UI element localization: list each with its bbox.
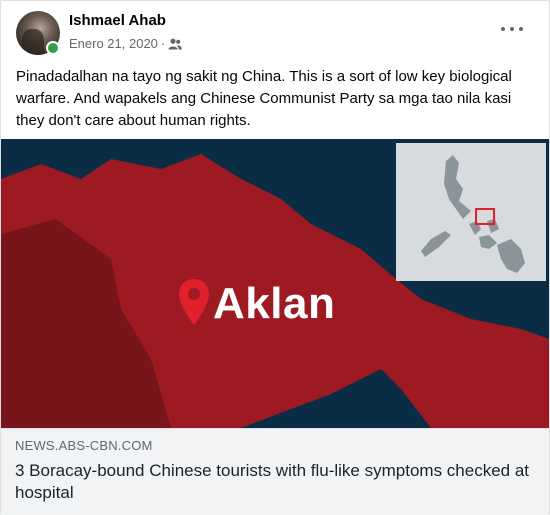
link-domain: NEWS.ABS-CBN.COM (15, 438, 153, 453)
post-meta: Enero 21, 2020 · (69, 36, 183, 51)
more-options-icon[interactable] (501, 23, 523, 35)
image-location-label: Aklan (213, 279, 336, 328)
link-title[interactable]: 3 Boracay-bound Chinese tourists with fl… (15, 460, 535, 504)
meta-separator: · (160, 36, 166, 51)
post-card: Ishmael Ahab Enero 21, 2020 · Pinadadalh… (0, 0, 550, 515)
author-name[interactable]: Ishmael Ahab (69, 12, 166, 29)
link-preview-caption[interactable]: NEWS.ABS-CBN.COM 3 Boracay-bound Chinese… (1, 428, 549, 515)
online-status-indicator (46, 41, 60, 55)
post-date[interactable]: Enero 21, 2020 (69, 36, 158, 51)
friends-icon[interactable] (168, 38, 183, 50)
post-text: Pinadadalhan na tayo ng sakit ng China. … (16, 68, 512, 129)
link-preview-image[interactable]: Aklan (1, 139, 549, 428)
location-pin-icon (177, 277, 211, 327)
